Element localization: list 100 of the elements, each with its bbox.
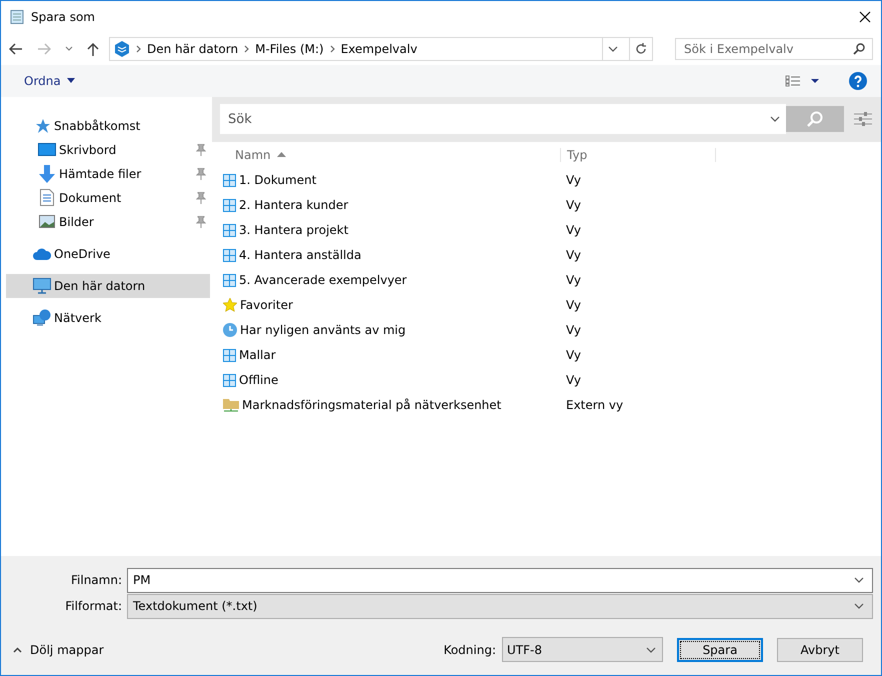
sidebar-item[interactable]: Den här datorn (6, 274, 210, 298)
table-cell: 1. Dokument (239, 173, 316, 188)
file-row[interactable]: Offline Vy (212, 368, 881, 393)
sidebar-item[interactable]: Hämtade filer (6, 162, 210, 186)
file-row[interactable]: Mallar Vy (212, 342, 881, 368)
grid-icon (223, 174, 236, 187)
file-row[interactable]: 4. Hantera anställda Vy (212, 242, 881, 268)
table-cell: Vy (566, 348, 581, 362)
chevron-right-icon[interactable] (244, 44, 250, 53)
breadcrumb[interactable]: Exempelvalv (340, 42, 418, 56)
image-icon (39, 215, 55, 228)
chevron-right-icon[interactable] (330, 44, 335, 53)
chevron-down-icon[interactable] (65, 46, 73, 52)
hide-folders-button[interactable]: Dölj mappar (13, 642, 104, 657)
close-icon[interactable] (859, 10, 871, 23)
chevron-right-icon[interactable] (136, 44, 141, 53)
caret-icon (66, 78, 75, 84)
table-cell: Mallar (239, 348, 276, 362)
grid-icon (223, 198, 236, 212)
file-row[interactable]: 2. Hantera kunder Vy (212, 192, 881, 218)
table-cell: 2. Hantera kunder (239, 198, 348, 212)
chevron-down-icon[interactable] (854, 603, 864, 610)
chevron-down-icon[interactable] (646, 646, 656, 653)
table-cell: Vy (566, 373, 581, 388)
cloud-icon (33, 248, 51, 260)
search-icon[interactable] (853, 42, 865, 55)
organize-button[interactable]: Ordna (24, 72, 75, 90)
grid-icon (223, 224, 236, 237)
sidebar-item[interactable]: Dokument (6, 186, 210, 210)
sidebar-item[interactable]: Skrivbord (6, 138, 210, 162)
cancel-button[interactable]: Avbryt (777, 638, 863, 662)
filename-label: Filnamn: (70, 573, 123, 588)
sidebar-item[interactable]: OneDrive (6, 242, 210, 266)
table-cell: Har nyligen använts av mig (240, 323, 406, 338)
chevron-down-icon[interactable] (608, 46, 618, 52)
chevron-down-icon[interactable] (770, 116, 780, 122)
view-options-icon[interactable] (785, 74, 819, 87)
filter-sliders-icon[interactable] (854, 111, 872, 128)
network-folder-icon (223, 398, 239, 412)
encoding-dropdown[interactable]: UTF-8 (502, 637, 663, 662)
table-cell: Marknadsföringsmaterial på nätverksenhet (242, 398, 502, 412)
breadcrumb[interactable]: Den här datorn (147, 42, 238, 56)
grid-icon (223, 374, 236, 387)
network-icon (33, 309, 51, 326)
search-field[interactable]: Sök i Exempelvalv (675, 38, 873, 60)
layers-icon (114, 40, 130, 57)
address-bar[interactable]: Den här datorn M-Files (M:) Exempelvalv (109, 36, 653, 61)
table-cell: Vy (566, 323, 581, 338)
file-row[interactable]: Favoriter Vy (212, 292, 881, 318)
caret-up-icon (13, 646, 22, 653)
chevron-down-icon[interactable] (854, 577, 864, 584)
up-arrow-icon[interactable] (87, 42, 99, 56)
search-field[interactable]: Sök (220, 104, 786, 134)
search-icon (807, 111, 823, 128)
pin-icon[interactable] (196, 144, 206, 156)
table-cell: 4. Hantera anställda (239, 248, 362, 262)
clock-icon (223, 323, 237, 338)
table-cell: Vy (566, 173, 581, 188)
star-icon (34, 118, 50, 134)
table-cell: Vy (566, 298, 581, 312)
back-arrow-icon[interactable] (9, 42, 23, 55)
monitor-icon (38, 142, 56, 157)
sidebar-item[interactable]: Nätverk (6, 306, 210, 330)
file-row[interactable]: 3. Hantera projekt Vy (212, 218, 881, 243)
table-cell: Offline (239, 373, 278, 388)
notepad-icon (9, 8, 25, 25)
pin-icon[interactable] (196, 192, 206, 204)
table-cell: Extern vy (566, 398, 624, 412)
refresh-icon[interactable] (635, 42, 647, 55)
grid-icon (223, 348, 236, 362)
file-format-dropdown[interactable]: Textdokument (*.txt) (127, 594, 873, 619)
file-row[interactable]: Marknadsföringsmaterial på nätverksenhet Extern vy (212, 392, 881, 418)
table-cell: Vy (566, 273, 581, 288)
column-header[interactable]: Namn (235, 148, 271, 162)
help-icon[interactable] (849, 72, 867, 90)
pin-icon[interactable] (196, 168, 206, 180)
file-row[interactable]: 5. Avancerade exempelvyer Vy (212, 268, 881, 293)
file-row[interactable]: Har nyligen använts av mig Vy (212, 318, 881, 343)
sort-up-icon (276, 152, 286, 158)
encoding-label: Kodning: (444, 642, 496, 657)
grid-icon (223, 248, 236, 262)
table-cell: Vy (566, 223, 581, 238)
save-button[interactable]: Spara (677, 638, 763, 662)
window-title: Spara som (31, 10, 96, 24)
star-icon (223, 298, 237, 312)
table-cell: Vy (566, 248, 581, 262)
table-cell: Favoriter (240, 298, 293, 312)
file-format-label: Filformat: (64, 599, 123, 614)
table-cell: Vy (566, 198, 581, 212)
pin-icon[interactable] (196, 216, 206, 228)
breadcrumb[interactable]: M-Files (M:) (255, 42, 324, 56)
column-header[interactable]: Typ (567, 148, 588, 162)
sidebar-item[interactable]: Snabbåtkomst (6, 114, 210, 138)
arrow-down-icon (39, 164, 55, 183)
monitor-icon (33, 278, 51, 294)
file-row[interactable]: 1. Dokument Vy (212, 168, 881, 193)
table-cell: 3. Hantera projekt (239, 223, 348, 238)
document-icon (40, 189, 54, 206)
sidebar-item[interactable]: Bilder (6, 210, 210, 234)
filename-field[interactable]: PM (127, 568, 873, 593)
